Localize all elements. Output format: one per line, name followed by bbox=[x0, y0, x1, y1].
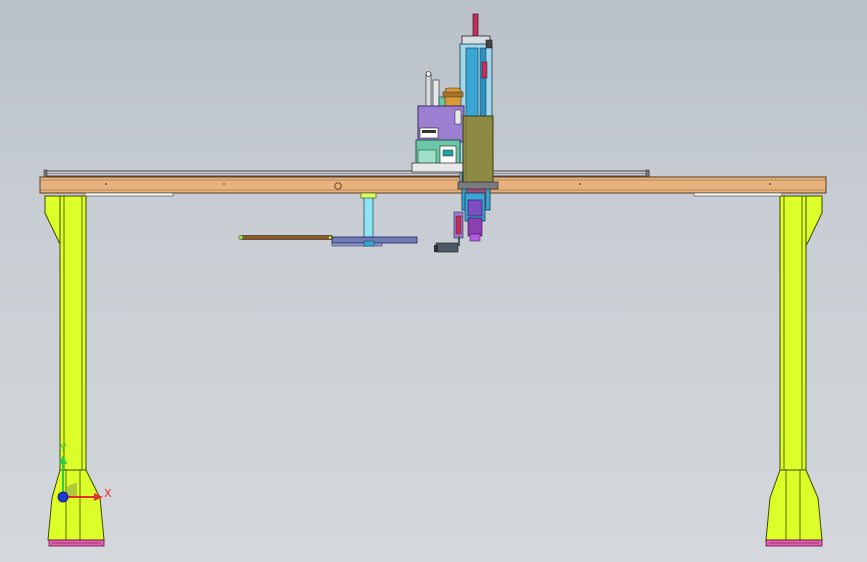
arm-column bbox=[363, 192, 374, 240]
right-leg[interactable] bbox=[765, 195, 823, 547]
triad-y-label: Y bbox=[59, 442, 67, 455]
gripper-tool[interactable] bbox=[434, 192, 486, 253]
main-beam[interactable] bbox=[39, 176, 827, 197]
right-leg-base bbox=[765, 469, 823, 541]
top-rail[interactable] bbox=[43, 169, 650, 178]
triad-x-label: X bbox=[104, 487, 112, 500]
horizontal-arm bbox=[331, 236, 418, 244]
left-leg-base bbox=[47, 469, 105, 541]
carriage-plate bbox=[462, 115, 494, 185]
extension-rod bbox=[241, 235, 333, 240]
cad-viewport[interactable]: Y X bbox=[0, 0, 867, 562]
gantry-model[interactable]: Y X bbox=[0, 0, 867, 562]
sub-arm-assembly[interactable] bbox=[238, 192, 418, 247]
